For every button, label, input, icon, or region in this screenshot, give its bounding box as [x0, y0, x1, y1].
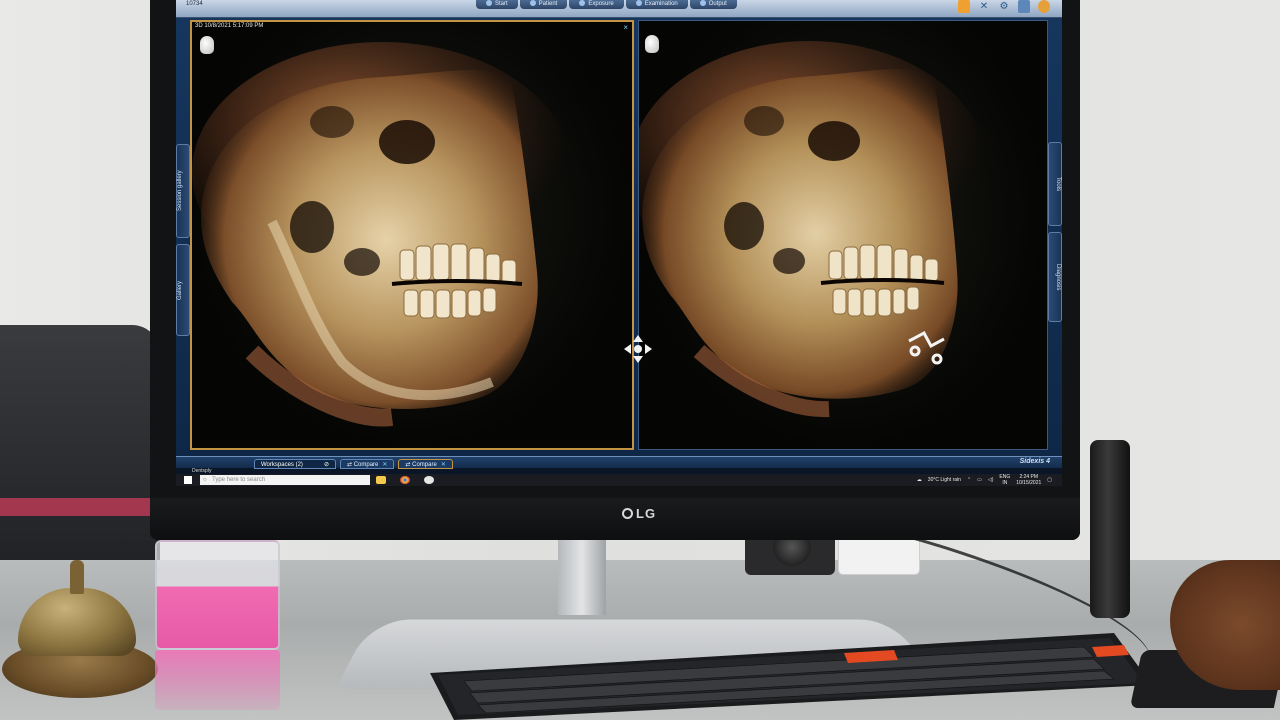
- tab-exposure[interactable]: Exposure: [569, 0, 624, 9]
- power-icon[interactable]: [1038, 0, 1050, 13]
- sidebar-tab-session-gallery[interactable]: Session gallery: [176, 144, 190, 238]
- windows-taskbar: Type here to search ☁ 30°C Light rain ⌃ …: [176, 474, 1062, 486]
- gear-icon[interactable]: ⚙: [998, 0, 1010, 13]
- ribbon-tabs: Start Patient Exposure Examination Outpu…: [476, 0, 737, 9]
- bottle-reflection: [155, 650, 280, 710]
- sidebar-tab-gallery[interactable]: Gallery: [176, 244, 190, 336]
- patient-record-id: 10734: [186, 1, 203, 7]
- weather-icon: ☁: [916, 477, 922, 483]
- monitor-stand-neck: [558, 540, 606, 615]
- start-icon: [486, 0, 492, 6]
- skull-3d-render: [192, 42, 572, 427]
- sidebar-tab-tools[interactable]: Tools: [1048, 142, 1062, 226]
- patient-icon: [529, 0, 536, 6]
- file-explorer-icon[interactable]: [376, 476, 386, 484]
- close-icon[interactable]: ✕: [441, 462, 446, 468]
- exposure-icon: [579, 0, 586, 6]
- monitor-chin: [150, 498, 1080, 540]
- viewport-left[interactable]: 3D 10/8/2021 5:17:09 PM ×: [190, 20, 634, 450]
- workspaces-dropdown[interactable]: Workspaces (2) ⊘: [254, 459, 336, 469]
- monitor-icon[interactable]: [1018, 0, 1030, 13]
- tab-compare-1[interactable]: ⇄ Compare ✕: [340, 459, 395, 469]
- ribbon-tools: ✕ ⚙: [958, 0, 1050, 13]
- workspace: Session gallery Gallery 3D 10/8/2021 5:1…: [176, 18, 1062, 456]
- workspace-tabs-bar: Workspaces (2) ⊘ ⇄ Compare ✕ ⇄ Compare ✕ S…: [176, 456, 1062, 469]
- chevron-up-icon[interactable]: ⌃: [967, 477, 971, 483]
- sidebar-tab-diagnosis[interactable]: Diagnosis: [1048, 232, 1062, 322]
- skull-3d-render-compare: [639, 41, 989, 418]
- chevron-down-icon: ⊘: [323, 462, 329, 468]
- close-icon[interactable]: ✕: [382, 462, 387, 468]
- notification-icon[interactable]: ▢: [1047, 477, 1052, 483]
- chair-armrest: [0, 498, 158, 516]
- language-indicator[interactable]: ENG IN: [999, 474, 1010, 486]
- tab-start[interactable]: Start: [476, 0, 518, 9]
- flashlight: [1090, 440, 1130, 618]
- desk-bell-knob: [70, 560, 84, 594]
- monitor-logo: LG: [622, 506, 656, 521]
- sanitizer-bottle: [155, 540, 280, 650]
- app-ribbon: 10734 Start Patient Exposure Examination…: [176, 0, 1062, 18]
- user-icon[interactable]: [958, 0, 970, 13]
- volume-icon[interactable]: ◁): [988, 477, 994, 483]
- weather-text[interactable]: 30°C Light rain: [928, 477, 961, 483]
- monitor-brand: LG: [636, 506, 657, 521]
- output-icon: [699, 0, 706, 6]
- taskbar-clock[interactable]: 2:24 PM 10/15/2021: [1016, 474, 1041, 486]
- tools-icon[interactable]: ✕: [978, 0, 990, 13]
- taskbar-search-input[interactable]: Type here to search: [200, 475, 370, 485]
- compare-icon: ⇄: [347, 462, 353, 468]
- app-icon[interactable]: [424, 476, 434, 484]
- chrome-icon[interactable]: [400, 476, 410, 484]
- examination-icon: [635, 0, 642, 6]
- tab-output[interactable]: Output: [689, 0, 737, 9]
- compare-icon: ⇄: [405, 462, 411, 468]
- workspace-tabs: Workspaces (2) ⊘ ⇄ Compare ✕ ⇄ Compare ✕: [254, 459, 453, 469]
- tab-examination[interactable]: Examination: [625, 0, 688, 9]
- windows-start-icon[interactable]: [184, 476, 192, 484]
- network-icon[interactable]: ▭: [977, 477, 982, 483]
- office-chair: [0, 325, 160, 585]
- move-split-icon[interactable]: [622, 333, 654, 365]
- viewport-right[interactable]: [638, 20, 1048, 450]
- tab-patient[interactable]: Patient: [519, 0, 568, 9]
- tab-compare-2[interactable]: ⇄ Compare ✕: [398, 459, 453, 469]
- system-tray: ☁ 30°C Light rain ⌃ ▭ ◁) ENG IN 2:24 PM 10…: [917, 474, 1052, 486]
- screen: 10734 Start Patient Exposure Examination…: [176, 0, 1062, 486]
- keyboard: [430, 633, 1152, 720]
- app-brand: Sidexis 4: [1019, 458, 1050, 465]
